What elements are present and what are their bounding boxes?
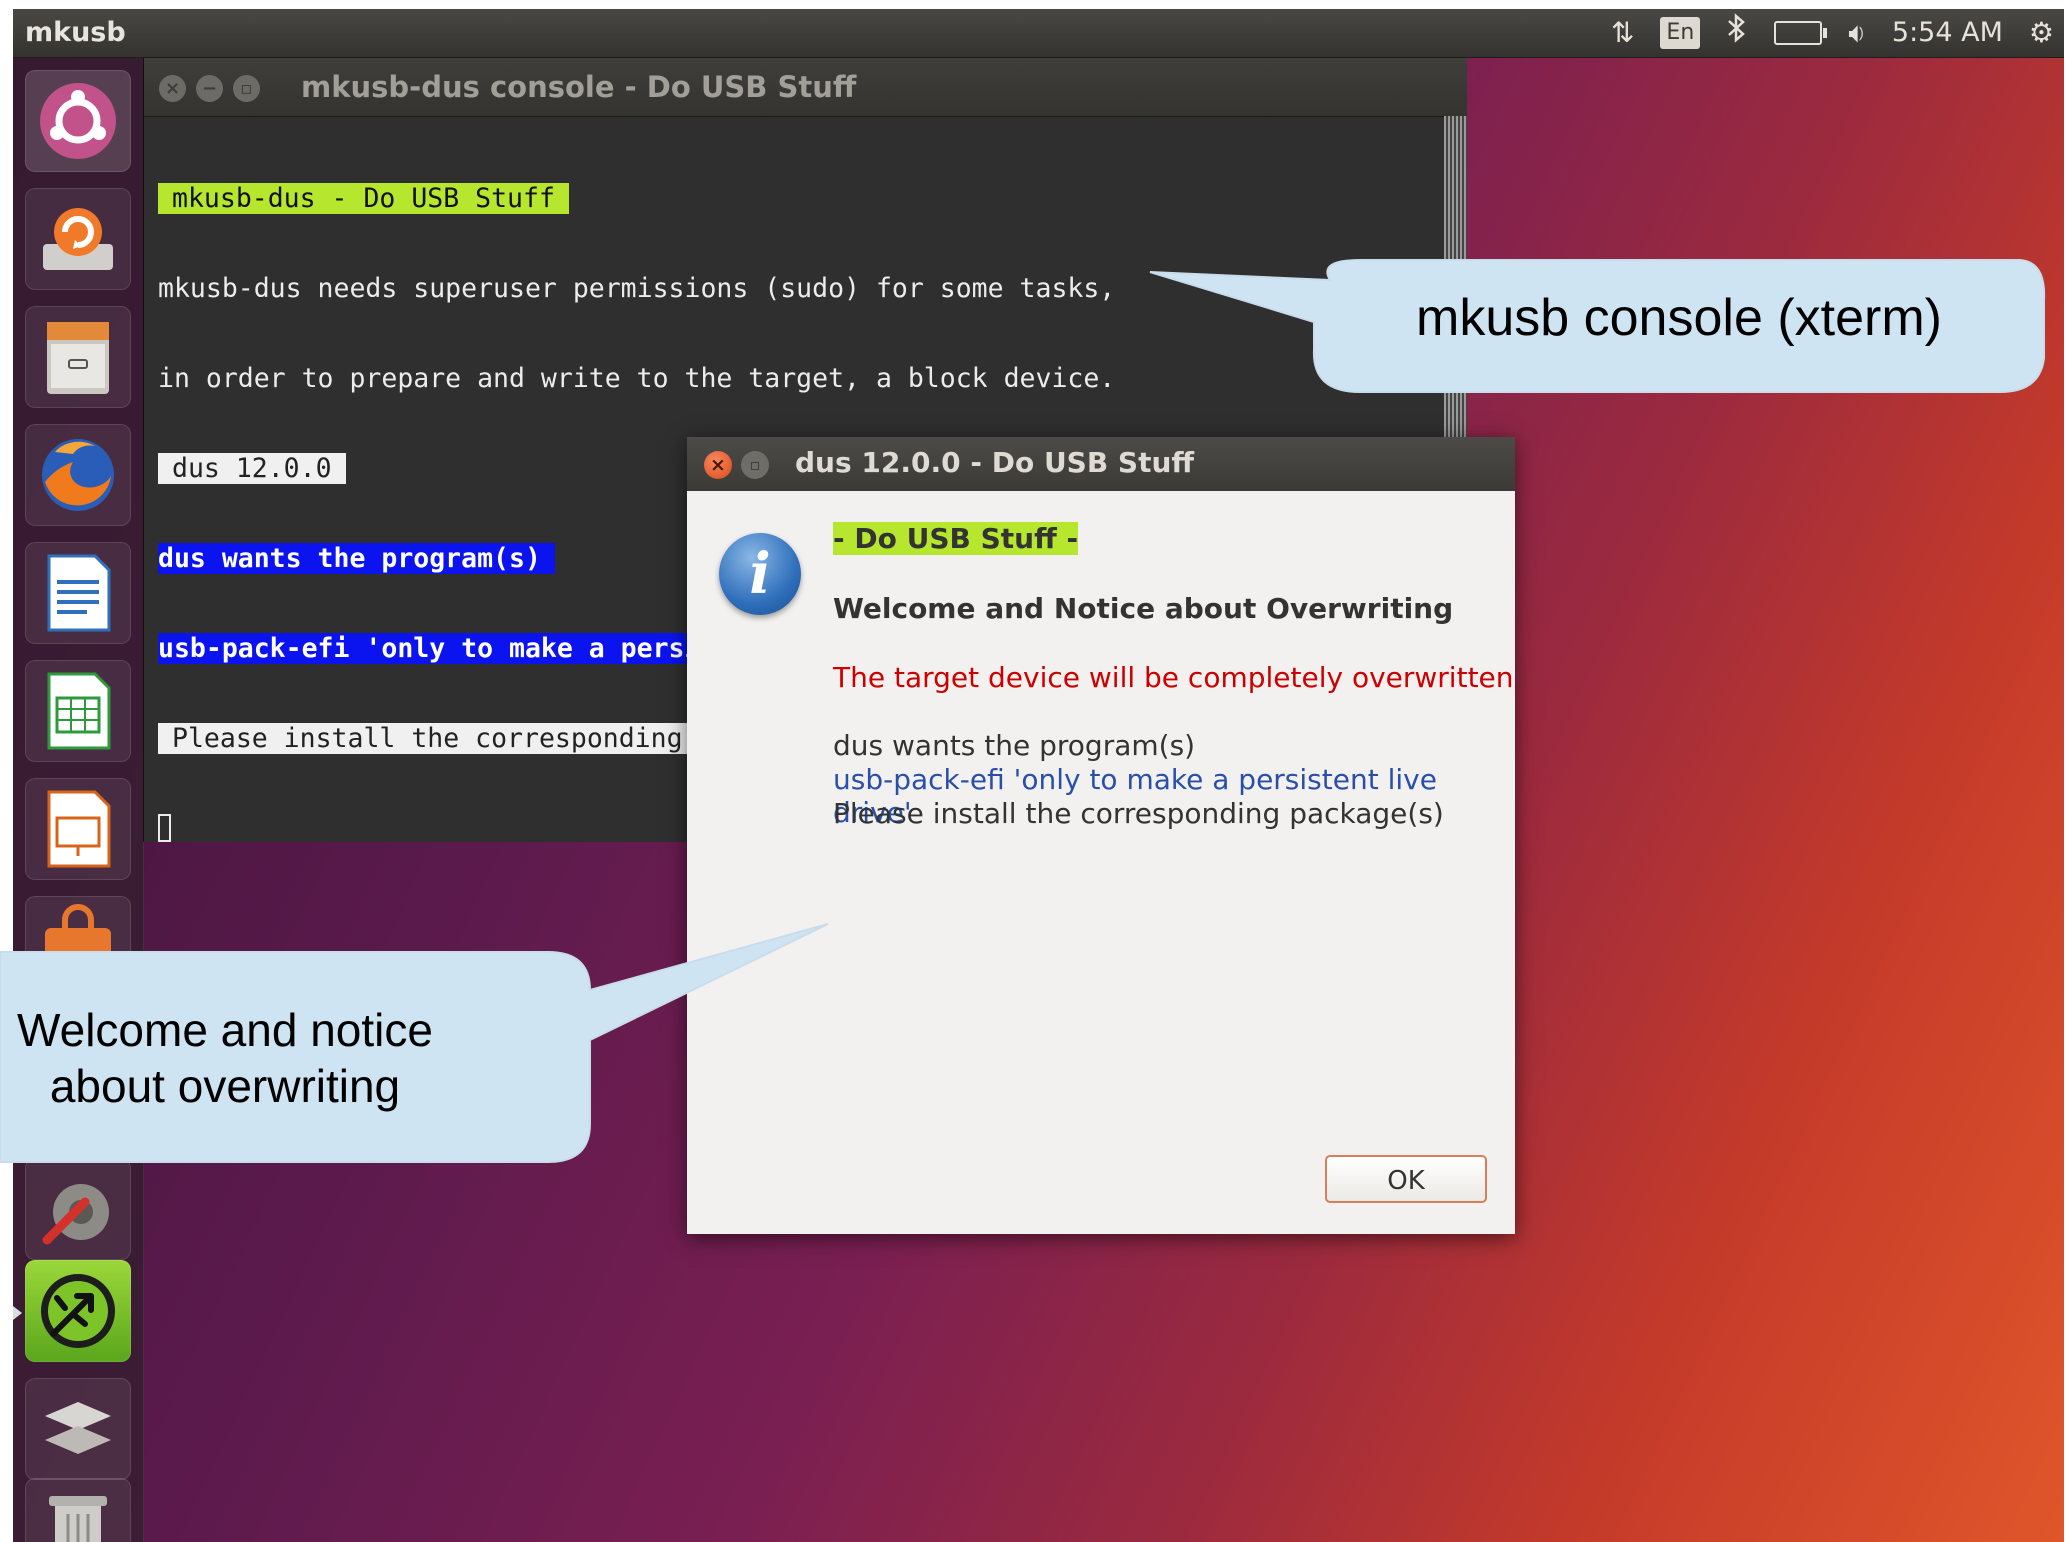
terminal-minimize-button[interactable]: − [196,75,223,102]
firefox-icon[interactable] [25,424,131,526]
terminal-line: mkusb-dus - Do USB Stuff [158,183,569,214]
launcher [13,58,144,1542]
active-app-name: mkusb [25,17,126,48]
dialog-titlebar[interactable]: × ▫ dus 12.0.0 - Do USB Stuff [687,437,1515,491]
indicator-area: ⇅ En 🔉︎ 5:54 AM ⚙ [1611,12,2054,54]
workspace-switcher-icon[interactable] [25,1378,131,1480]
dialog-close-button[interactable]: × [704,451,732,479]
software-updater-icon[interactable] [25,188,131,290]
callout-welcome-label: Welcome and notice about overwriting [0,1002,450,1114]
callout-welcome-line: Welcome and notice [17,1004,433,1056]
dus-dialog: × ▫ dus 12.0.0 - Do USB Stuff i - Do USB… [687,437,1515,1234]
terminal-cursor [158,814,171,842]
terminal-titlebar[interactable]: × − ▫ mkusb-dus console - Do USB Stuff [144,58,1467,117]
libreoffice-calc-icon[interactable] [25,660,131,762]
top-panel: mkusb ⇅ En 🔉︎ 5:54 AM ⚙ [13,9,2064,58]
terminal-line: mkusb-dus needs superuser permissions (s… [158,273,1116,304]
system-settings-icon[interactable] [25,1158,131,1260]
overwrite-warning: The target device will be completely ove… [833,661,1514,694]
network-arrows-icon[interactable]: ⇅ [1611,14,1634,52]
libreoffice-writer-icon[interactable] [25,542,131,644]
callout-welcome-line: about overwriting [49,1060,401,1112]
terminal-line: dus wants the program(s) [158,543,555,574]
trash-icon[interactable] [25,1478,131,1542]
running-indicator [13,1306,22,1320]
dialog-subheading: Welcome and Notice about Overwriting [833,592,1454,625]
power-icon[interactable]: ⚙ [2029,14,2054,52]
callout-console-label: mkusb console (xterm) [1416,289,1942,347]
dialog-message-line: dus wants the program(s) [833,729,1196,762]
info-icon: i [719,533,801,615]
battery-icon[interactable] [1774,21,1828,45]
dialog-title: dus 12.0.0 - Do USB Stuff [795,446,1195,479]
terminal-line: in order to prepare and write to the tar… [158,363,1116,394]
files-icon[interactable] [25,306,131,408]
ubuntu-software-icon[interactable] [25,896,131,998]
dialog-maximize-button[interactable]: ▫ [741,451,769,479]
clock[interactable]: 5:54 AM [1892,14,2003,52]
libreoffice-impress-icon[interactable] [25,778,131,880]
terminal-close-button[interactable]: × [159,75,186,102]
mkusb-icon[interactable] [25,1260,131,1362]
keyboard-layout-indicator[interactable]: En [1660,17,1701,49]
terminal-line: dus 12.0.0 [158,453,346,484]
terminal-title: mkusb-dus console - Do USB Stuff [301,70,857,104]
ok-button[interactable]: OK [1325,1155,1487,1203]
desktop-screen: mkusb ⇅ En 🔉︎ 5:54 AM ⚙ × − ▫ mkusb-dus … [13,9,2064,1542]
terminal-maximize-button[interactable]: ▫ [233,75,260,102]
dialog-message-line: Please install the corresponding package… [833,797,1444,830]
ubuntu-dash-icon[interactable] [25,70,131,172]
dialog-heading: - Do USB Stuff - [833,522,1079,555]
bluetooth-icon[interactable] [1726,12,1748,54]
volume-icon[interactable]: 🔉︎ [1848,14,1866,52]
